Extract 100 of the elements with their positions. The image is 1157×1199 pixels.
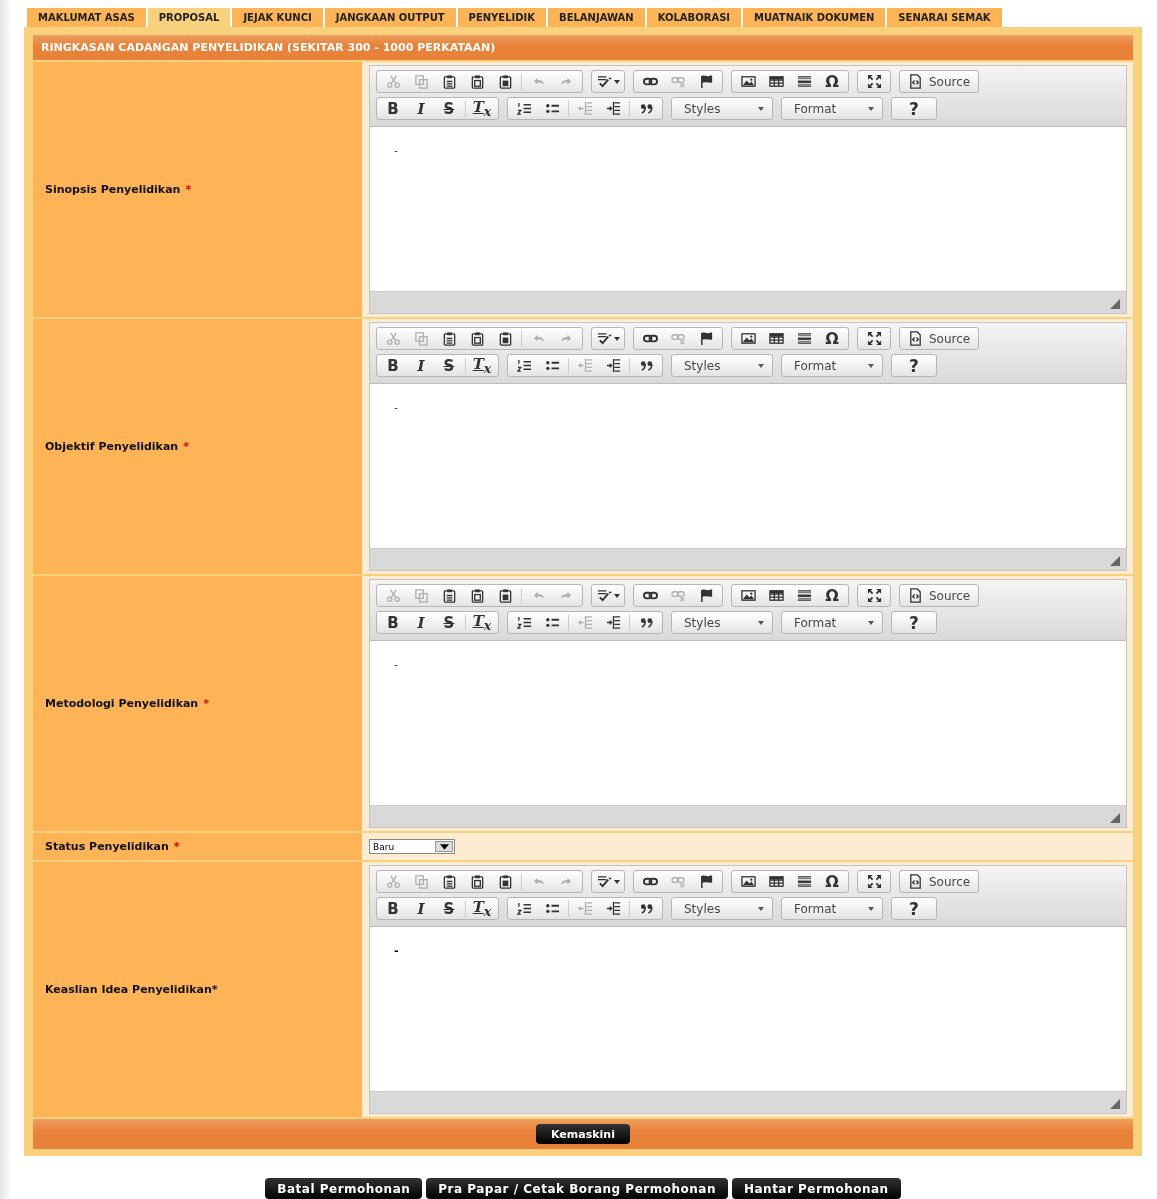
field-label: Status Penyelidikan (45, 840, 169, 853)
combo-dropdown[interactable]: Styles (671, 897, 773, 920)
field-label: Metodologi Penyelidikan (45, 697, 199, 710)
tab[interactable]: PROPOSAL (147, 8, 231, 27)
tab[interactable]: SENARAI SEMAK (887, 8, 1002, 27)
bulleted-list-icon (544, 901, 560, 916)
combo-dropdown[interactable]: Format (781, 611, 883, 634)
table-icon (768, 588, 784, 603)
special-character-button[interactable]: Ω (818, 71, 846, 92)
bold-button[interactable]: B (379, 612, 407, 633)
bold-button[interactable]: B (379, 355, 407, 376)
source-button[interactable]: Source (902, 871, 977, 892)
help-button[interactable]: ? (894, 612, 934, 633)
bulleted-list-icon (544, 358, 560, 373)
tab[interactable]: PENYELIDIK (457, 8, 547, 27)
horizontal-line-icon (796, 331, 812, 346)
quote-icon (638, 615, 654, 630)
remove-format-button[interactable]: T$_{x}$ (468, 612, 496, 633)
tab[interactable]: JANGKAAN OUTPUT (324, 8, 456, 27)
special-character-button[interactable]: Ω (818, 328, 846, 349)
resize-grip-icon[interactable] (1110, 813, 1120, 823)
caret-icon (758, 363, 764, 368)
status-dropdown[interactable]: Baru (369, 839, 455, 854)
flag-icon (698, 331, 714, 346)
help-button[interactable]: ? (894, 898, 934, 919)
tab[interactable]: BELANJAWAN (548, 8, 645, 27)
italic-button[interactable]: I (407, 612, 435, 633)
resize-grip-icon[interactable] (1110, 299, 1120, 309)
action-button[interactable]: Batal Permohonan (265, 1178, 423, 1199)
special-character-button[interactable]: Ω (818, 585, 846, 606)
caret-icon (868, 363, 874, 368)
remove-format-button[interactable]: T$_{x}$ (468, 898, 496, 919)
bold-button[interactable]: B (379, 98, 407, 119)
action-button[interactable]: Pra Papar / Cetak Borang Permohonan (426, 1178, 728, 1199)
editor-text-area[interactable]: - (370, 384, 1126, 548)
tab[interactable]: JEJAK KUNCI (232, 8, 323, 27)
combo-dropdown[interactable]: Styles (671, 354, 773, 377)
caret-icon (758, 906, 764, 911)
resize-grip-icon[interactable] (1110, 556, 1120, 566)
combo-dropdown[interactable]: Styles (671, 611, 773, 634)
required-mark: * (173, 840, 180, 853)
combo-dropdown[interactable]: Format (781, 354, 883, 377)
special-character-button[interactable]: Ω (818, 871, 846, 892)
caret-icon (758, 106, 764, 111)
editor-text: - (394, 144, 398, 157)
indent-icon (605, 358, 621, 373)
editor-text: - (394, 401, 398, 414)
flag-icon (698, 74, 714, 89)
clipboard-icon (469, 331, 485, 346)
numbered-list-icon (516, 101, 532, 116)
combo-dropdown[interactable]: Format (781, 97, 883, 120)
combo-dropdown[interactable]: Styles (671, 97, 773, 120)
scissors-icon (385, 874, 401, 889)
table-icon (768, 74, 784, 89)
tab[interactable]: MUATNAIK DOKUMEN (743, 8, 886, 27)
help-button[interactable]: ? (894, 98, 934, 119)
editor-text-area[interactable]: - (370, 641, 1126, 805)
bold-button[interactable]: B (379, 898, 407, 919)
maximize-icon (866, 74, 882, 89)
caret-icon (613, 879, 620, 884)
scissors-icon (385, 331, 401, 346)
tab[interactable]: KOLABORASI (646, 8, 742, 27)
editor-text-area[interactable]: - (370, 927, 1126, 1091)
unlink-icon (670, 331, 686, 346)
horizontal-line-icon (796, 874, 812, 889)
unlink-icon (670, 874, 686, 889)
italic-button[interactable]: I (407, 98, 435, 119)
help-button[interactable]: ? (894, 355, 934, 376)
strikethrough-button[interactable]: S (435, 612, 463, 633)
image-icon (740, 588, 756, 603)
tab[interactable]: MAKLUMAT ASAS (27, 8, 146, 27)
caret-icon (613, 79, 620, 84)
editor-text: - (394, 658, 398, 671)
source-icon (908, 331, 923, 346)
remove-format-button[interactable]: T$_{x}$ (468, 355, 496, 376)
quote-icon (638, 901, 654, 916)
italic-button[interactable]: I (407, 898, 435, 919)
resize-grip-icon[interactable] (1110, 1099, 1120, 1109)
remove-format-button[interactable]: T$_{x}$ (468, 98, 496, 119)
clipboard-icon (497, 588, 513, 603)
strikethrough-button[interactable]: S (435, 355, 463, 376)
combo-dropdown[interactable]: Format (781, 897, 883, 920)
editor-text-area[interactable]: - (370, 127, 1126, 291)
numbered-list-icon (516, 615, 532, 630)
maximize-icon (866, 874, 882, 889)
source-button[interactable]: Source (902, 71, 977, 92)
action-button[interactable]: Hantar Permohonan (731, 1178, 901, 1199)
copy-icon (413, 331, 429, 346)
source-button[interactable]: Source (902, 328, 977, 349)
clipboard-icon (469, 74, 485, 89)
update-button[interactable]: Kemaskini (536, 1124, 630, 1144)
scissors-icon (385, 74, 401, 89)
strikethrough-button[interactable]: S (435, 898, 463, 919)
source-button[interactable]: Source (902, 585, 977, 606)
strikethrough-button[interactable]: S (435, 98, 463, 119)
scissors-icon (385, 588, 401, 603)
italic-button[interactable]: I (407, 355, 435, 376)
numbered-list-icon (516, 358, 532, 373)
outdent-icon (577, 358, 593, 373)
quote-icon (638, 101, 654, 116)
